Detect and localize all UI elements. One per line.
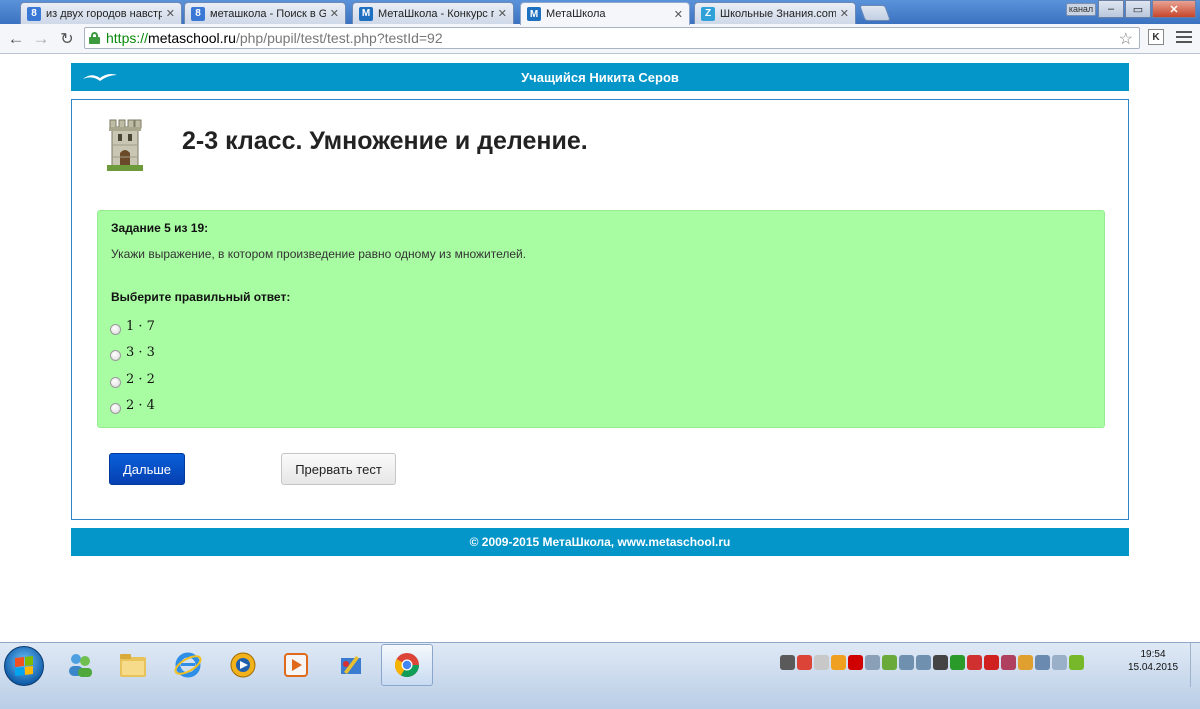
tab-close-icon[interactable]: ✕ bbox=[674, 8, 683, 21]
system-clock[interactable]: 19:54 15.04.2015 bbox=[1123, 648, 1183, 674]
tray-app-icon[interactable] bbox=[967, 655, 982, 670]
google-favicon-icon: 8 bbox=[191, 6, 205, 21]
browser-toolbar: ← → ↻ https:// metaschool.ru /php/pupil/… bbox=[0, 24, 1200, 54]
tray-app-icon[interactable] bbox=[831, 655, 846, 670]
tray-app-icon[interactable] bbox=[950, 655, 965, 670]
tab-close-icon[interactable]: ✕ bbox=[498, 7, 507, 20]
tray-app-icon[interactable] bbox=[1052, 655, 1067, 670]
forward-arrow-icon[interactable]: → bbox=[31, 29, 51, 49]
google-favicon-icon: 8 bbox=[27, 6, 41, 21]
answer-option[interactable]: 3 · 3 bbox=[110, 340, 155, 367]
browser-tab[interactable]: M МетаШкола - Конкурс по ✕ bbox=[352, 2, 514, 24]
tab-close-icon[interactable]: ✕ bbox=[330, 7, 339, 20]
clock-time: 19:54 bbox=[1140, 649, 1166, 660]
tab-title: МетаШкола bbox=[546, 8, 606, 20]
video-player-icon[interactable] bbox=[278, 647, 314, 683]
new-tab-button[interactable] bbox=[859, 5, 891, 21]
browser-tab[interactable]: 8 из двух городов навстре ✕ bbox=[20, 2, 182, 24]
browser-tab[interactable]: Z Школьные Знания.com - ✕ bbox=[694, 2, 856, 24]
choose-answer-label: Выберите правильный ответ: bbox=[111, 290, 291, 304]
browser-tab-active[interactable]: M МетаШкола ✕ bbox=[520, 2, 690, 25]
paint-app-icon[interactable] bbox=[333, 647, 369, 683]
tray-app-icon[interactable] bbox=[780, 655, 795, 670]
tab-title: меташкола - Поиск в Goo bbox=[210, 7, 326, 20]
file-explorer-icon[interactable] bbox=[115, 647, 151, 683]
tray-network-icon[interactable] bbox=[865, 655, 880, 670]
radio-button[interactable] bbox=[110, 403, 121, 415]
internet-explorer-icon[interactable] bbox=[170, 647, 206, 683]
windows-taskbar: 19:54 15.04.2015 bbox=[0, 642, 1200, 709]
task-question: Укажи выражение, в котором произведение … bbox=[111, 247, 527, 261]
next-button[interactable]: Дальше bbox=[109, 453, 185, 485]
windows-logo-icon bbox=[15, 656, 33, 676]
tray-nvidia-icon[interactable] bbox=[1069, 655, 1084, 670]
castle-tower-icon bbox=[107, 119, 143, 171]
option-label: 1 · 7 bbox=[126, 318, 155, 334]
back-arrow-icon[interactable]: ← bbox=[6, 29, 26, 49]
profile-badge[interactable]: канал bbox=[1066, 3, 1096, 16]
abort-test-button[interactable]: Прервать тест bbox=[281, 453, 396, 485]
tray-app-icon[interactable] bbox=[984, 655, 999, 670]
url-host: metaschool.ru bbox=[148, 30, 236, 46]
url-scheme: https:// bbox=[106, 30, 149, 46]
test-panel: 2-3 класс. Умножение и деление. Задание … bbox=[71, 99, 1129, 520]
answer-options: 1 · 7 3 · 3 2 · 2 2 · 4 bbox=[110, 313, 155, 419]
tray-volume-icon[interactable] bbox=[899, 655, 914, 670]
radio-button[interactable] bbox=[110, 323, 121, 335]
tray-app-icon[interactable] bbox=[916, 655, 931, 670]
option-label: 3 · 3 bbox=[126, 345, 155, 361]
reload-icon[interactable]: ↻ bbox=[57, 29, 77, 49]
lock-icon bbox=[89, 32, 100, 44]
address-bar[interactable]: https:// metaschool.ru /php/pupil/test/t… bbox=[84, 27, 1140, 49]
browser-tab[interactable]: 8 меташкола - Поиск в Goo ✕ bbox=[184, 2, 346, 24]
tab-title: из двух городов навстре bbox=[46, 7, 162, 20]
task-box: Задание 5 из 19: Укажи выражение, в кото… bbox=[97, 210, 1105, 428]
tray-app-icon[interactable] bbox=[1001, 655, 1016, 670]
tray-chrome-icon[interactable] bbox=[797, 655, 812, 670]
system-tray bbox=[780, 655, 1084, 670]
media-player-icon[interactable] bbox=[225, 647, 261, 683]
metaschool-favicon-icon: M bbox=[527, 7, 541, 21]
tab-close-icon[interactable]: ✕ bbox=[840, 7, 849, 20]
radio-button[interactable] bbox=[110, 350, 121, 362]
answer-option[interactable]: 2 · 2 bbox=[110, 366, 155, 393]
answer-option[interactable]: 1 · 7 bbox=[110, 313, 155, 340]
close-window-icon[interactable]: ✕ bbox=[1152, 0, 1196, 18]
start-button[interactable] bbox=[4, 646, 44, 686]
bookmark-star-icon[interactable]: ☆ bbox=[1119, 29, 1133, 49]
page-title: 2-3 класс. Умножение и деление. bbox=[182, 127, 588, 155]
option-label: 2 · 4 bbox=[126, 398, 155, 414]
znanija-favicon-icon: Z bbox=[701, 6, 715, 21]
tab-title: Школьные Знания.com - bbox=[720, 7, 836, 20]
tray-app-icon[interactable] bbox=[1018, 655, 1033, 670]
task-number: Задание 5 из 19: bbox=[111, 221, 209, 235]
users-app-icon[interactable] bbox=[62, 647, 98, 683]
option-label: 2 · 2 bbox=[126, 371, 155, 387]
student-name: Учащийся Никита Серов bbox=[521, 69, 679, 85]
tray-app-icon[interactable] bbox=[848, 655, 863, 670]
url-path: /php/pupil/test/test.php?testId=92 bbox=[235, 30, 443, 46]
site-footer: © 2009-2015 МетаШкола, www.metaschool.ru bbox=[71, 528, 1129, 556]
site-header: Учащийся Никита Серов bbox=[71, 63, 1129, 91]
browser-tab-strip: 8 из двух городов навстре ✕ 8 меташкола … bbox=[0, 0, 1200, 25]
tab-title: МетаШкола - Конкурс по bbox=[378, 7, 494, 20]
metaschool-favicon-icon: M bbox=[359, 6, 373, 21]
tray-app-icon[interactable] bbox=[814, 655, 829, 670]
radio-button[interactable] bbox=[110, 376, 121, 388]
maximize-icon[interactable]: ▭ bbox=[1125, 0, 1151, 18]
show-desktop-button[interactable] bbox=[1190, 643, 1200, 687]
tray-app-icon[interactable] bbox=[933, 655, 948, 670]
extension-icon[interactable]: K bbox=[1148, 29, 1164, 45]
tray-app-icon[interactable] bbox=[1035, 655, 1050, 670]
copyright-text: © 2009-2015 МетаШкола, www.metaschool.ru bbox=[469, 535, 731, 549]
chrome-icon[interactable] bbox=[389, 647, 425, 683]
clock-date: 15.04.2015 bbox=[1127, 662, 1179, 673]
window-controls: – ▭ ✕ bbox=[1098, 0, 1196, 18]
answer-option[interactable]: 2 · 4 bbox=[110, 393, 155, 420]
browser-menu-icon[interactable] bbox=[1176, 29, 1192, 45]
tab-close-icon[interactable]: ✕ bbox=[166, 7, 175, 20]
tray-security-icon[interactable] bbox=[882, 655, 897, 670]
seagull-logo-icon[interactable] bbox=[81, 69, 119, 85]
minimize-icon[interactable]: – bbox=[1098, 0, 1124, 18]
